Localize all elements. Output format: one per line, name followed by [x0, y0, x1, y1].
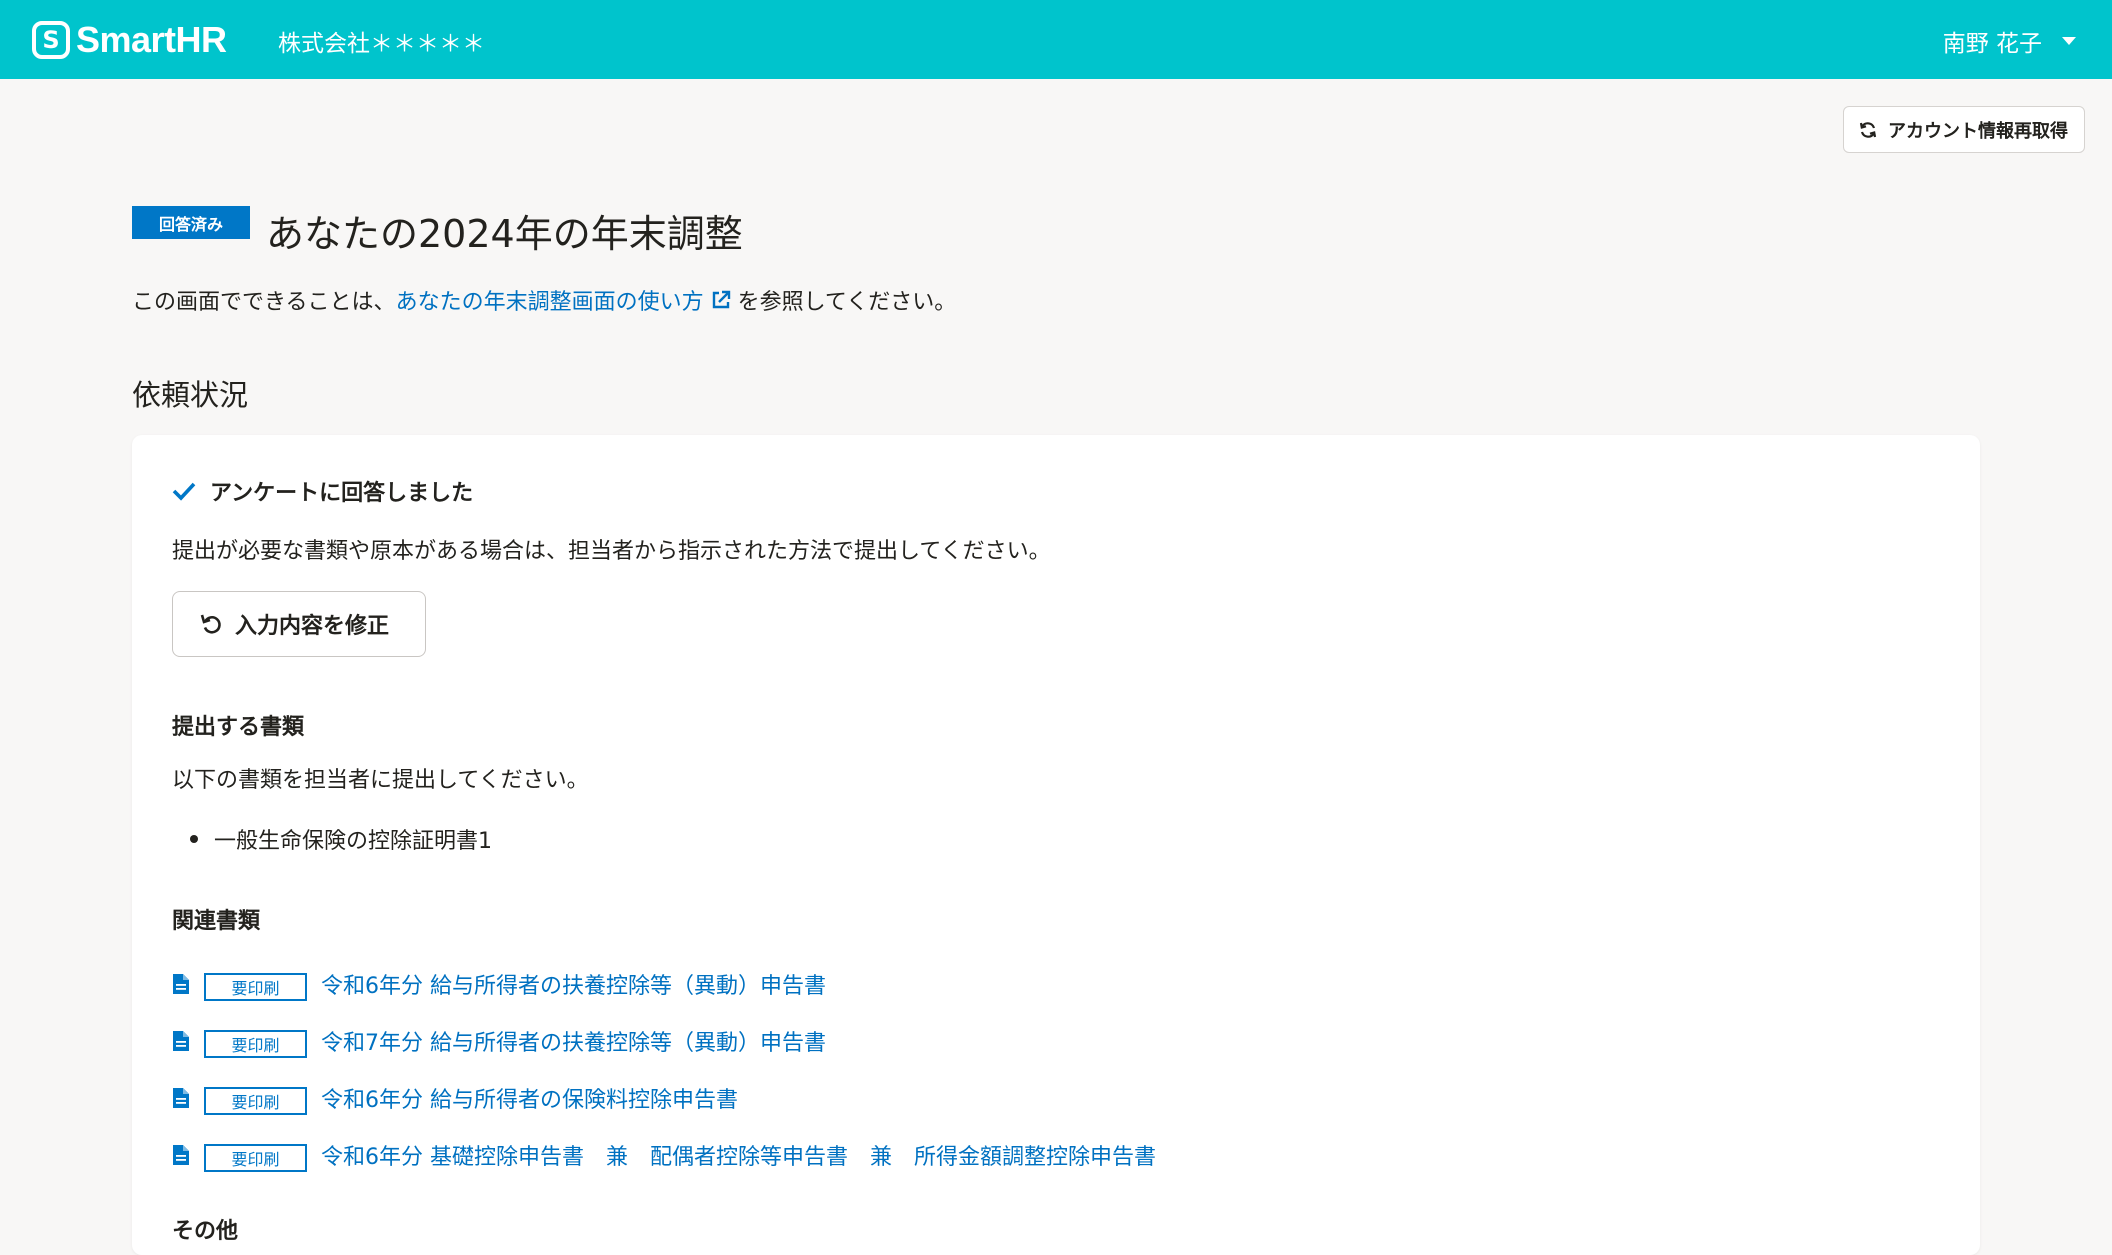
edit-answers-label: 入力内容を修正 — [235, 614, 390, 639]
intro-before: この画面でできることは、 — [132, 290, 396, 315]
caret-down-icon — [2062, 37, 2076, 45]
document-icon — [173, 1087, 189, 1108]
refresh-account-button[interactable]: アカウント情報再取得 — [1843, 106, 2085, 153]
external-link-icon — [712, 290, 730, 309]
submit-docs-list: 一般生命保険の控除証明書1 — [190, 823, 492, 855]
related-doc-row[interactable]: 要印刷 令和6年分 給与所得者の保険料控除申告書 — [172, 1069, 1156, 1126]
submission-instruction: 提出が必要な書類や原本がある場合は、担当者から指示された方法で提出してください。 — [172, 539, 1051, 564]
submit-docs-heading: 提出する書類 — [172, 715, 305, 740]
related-doc-link[interactable]: 令和6年分 基礎控除申告書 兼 配偶者控除等申告書 兼 所得金額調整控除申告書 — [321, 1139, 1156, 1171]
refresh-icon — [1859, 121, 1877, 138]
undo-icon — [200, 614, 221, 634]
company-name: 株式会社＊＊＊＊＊ — [278, 31, 485, 57]
related-doc-row[interactable]: 要印刷 令和6年分 基礎控除申告書 兼 配偶者控除等申告書 兼 所得金額調整控除… — [172, 1126, 1156, 1183]
print-required-badge: 要印刷 — [204, 1086, 307, 1115]
refresh-account-label: アカウント情報再取得 — [1888, 120, 2068, 142]
section-title-request-status: 依頼状況 — [132, 378, 249, 412]
related-doc-link[interactable]: 令和7年分 給与所得者の扶養控除等（異動）申告書 — [321, 1025, 826, 1057]
related-doc-row[interactable]: 要印刷 令和7年分 給与所得者の扶養控除等（異動）申告書 — [172, 1012, 1156, 1069]
survey-answered-status: アンケートに回答しました — [172, 475, 473, 507]
document-icon — [173, 973, 189, 994]
usage-guide-link-label: あなたの年末調整画面の使い方 — [395, 290, 704, 315]
related-docs-list: 要印刷 令和6年分 給与所得者の扶養控除等（異動）申告書 要印刷 令和7年分 給… — [172, 955, 1156, 1183]
intro-after: を参照してください。 — [737, 290, 957, 315]
logo-mark-icon: S — [32, 21, 70, 59]
print-required-badge: 要印刷 — [204, 1029, 307, 1058]
edit-answers-button[interactable]: 入力内容を修正 — [172, 591, 426, 657]
usage-guide-link[interactable]: あなたの年末調整画面の使い方 — [396, 284, 738, 316]
status-badge: 回答済み — [132, 206, 250, 239]
request-status-card: アンケートに回答しました 提出が必要な書類や原本がある場合は、担当者から指示され… — [132, 435, 1980, 1255]
related-docs-heading: 関連書類 — [172, 909, 261, 934]
user-name: 南野 花子 — [1942, 31, 2042, 57]
related-doc-link[interactable]: 令和6年分 給与所得者の保険料控除申告書 — [321, 1082, 738, 1114]
document-icon — [173, 1030, 189, 1051]
intro-text: この画面でできることは、 あなたの年末調整画面の使い方 を参照してください。 — [132, 284, 956, 316]
logo-text: SmartHR — [76, 19, 227, 60]
related-doc-row[interactable]: 要印刷 令和6年分 給与所得者の扶養控除等（異動）申告書 — [172, 955, 1156, 1012]
check-icon — [172, 482, 196, 501]
page-title: あなたの2024年の年末調整 — [266, 212, 743, 256]
smarthr-logo[interactable]: S SmartHR — [32, 19, 227, 60]
submit-docs-text: 以下の書類を担当者に提出してください。 — [172, 768, 589, 793]
related-doc-link[interactable]: 令和6年分 給与所得者の扶養控除等（異動）申告書 — [321, 968, 826, 1000]
app-header: S SmartHR 株式会社＊＊＊＊＊ 南野 花子 — [0, 0, 2112, 79]
survey-answered-label: アンケートに回答しました — [210, 481, 474, 506]
other-heading: その他 — [172, 1219, 239, 1244]
user-menu[interactable]: 南野 花子 — [1943, 24, 2076, 58]
list-item: 一般生命保険の控除証明書1 — [190, 823, 492, 855]
print-required-badge: 要印刷 — [204, 972, 307, 1001]
document-icon — [173, 1144, 189, 1165]
print-required-badge: 要印刷 — [204, 1143, 307, 1172]
